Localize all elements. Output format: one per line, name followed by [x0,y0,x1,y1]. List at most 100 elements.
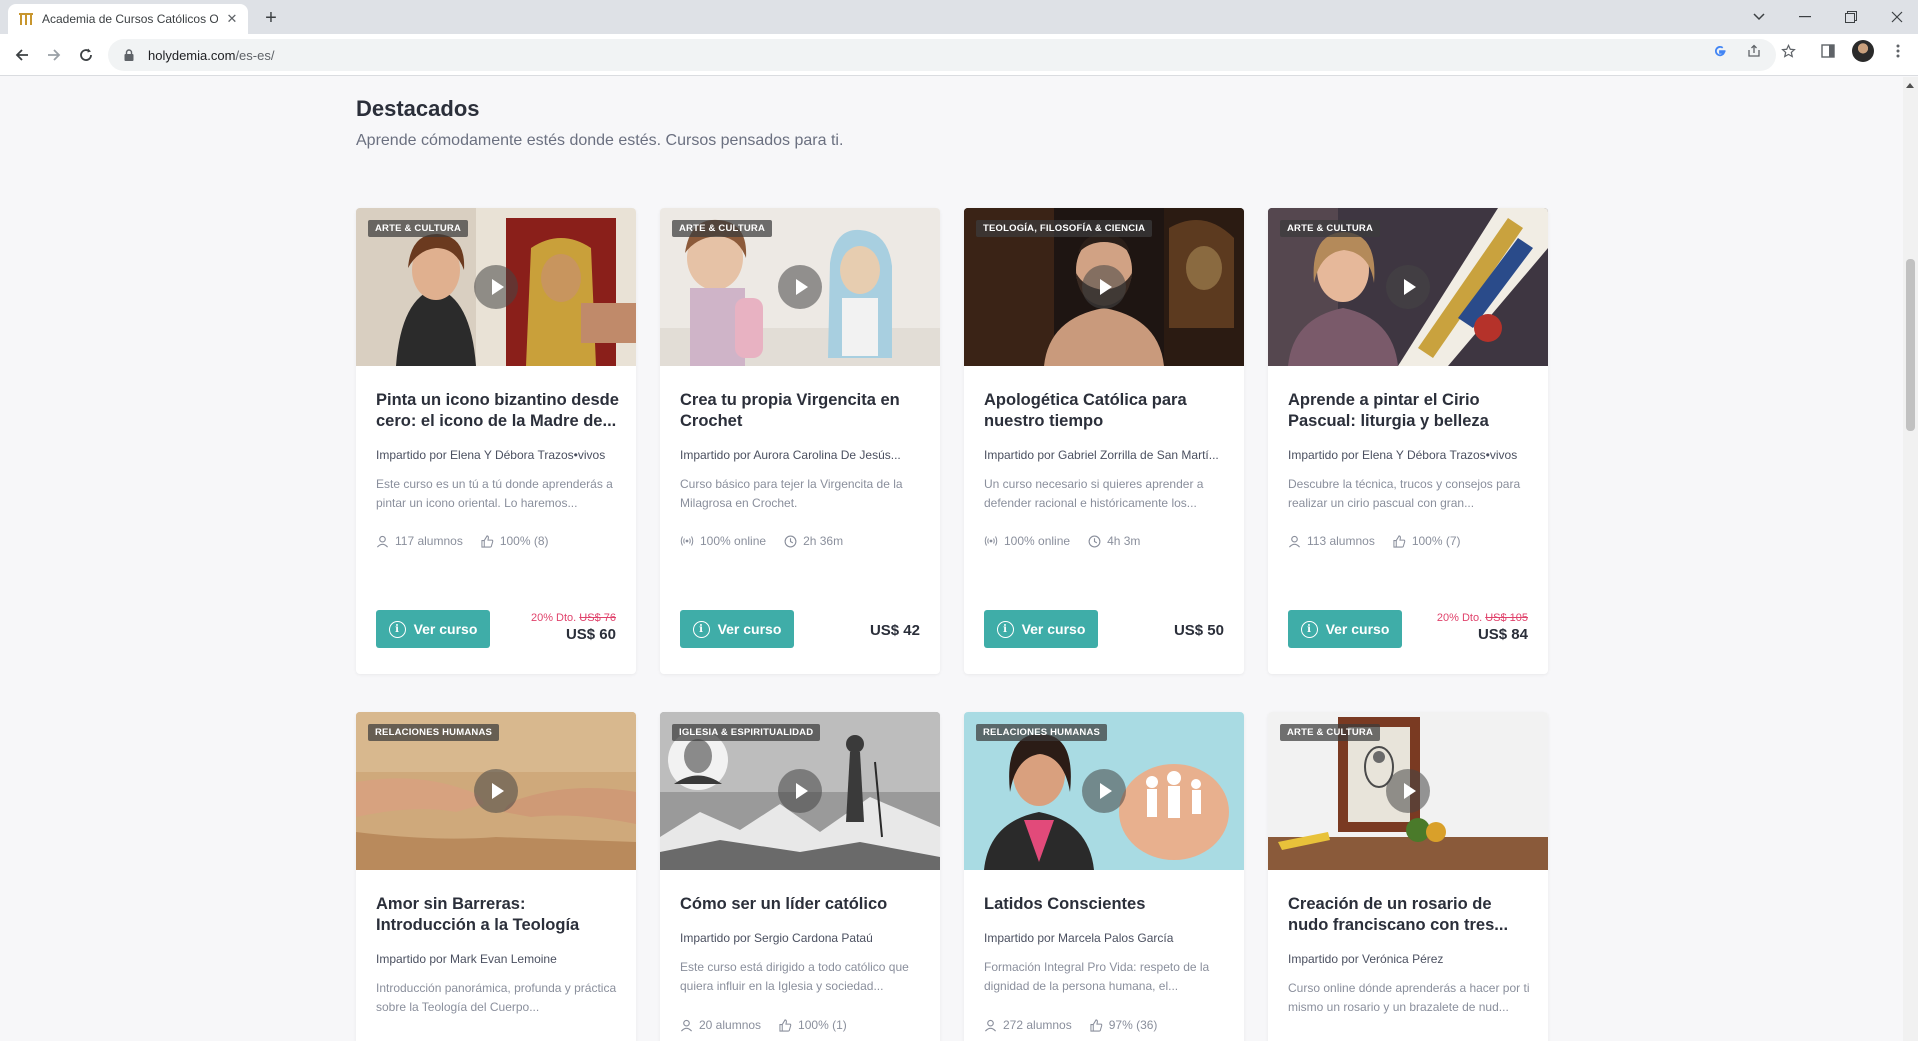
close-window-icon[interactable] [1882,4,1912,30]
scrollbar-thumb[interactable] [1906,259,1915,431]
duration-value: 2h 36m [803,534,844,548]
rating-value: 97% (36) [1108,1018,1158,1032]
play-icon[interactable] [474,265,518,309]
course-title[interactable]: Creación de un rosario de nudo francisca… [1288,894,1533,936]
google-icon[interactable] [1710,41,1730,61]
new-tab-icon[interactable]: + [260,8,282,30]
category-badge: TEOLOGÍA, FILOSOFÍA & CIENCIA [976,220,1153,237]
play-icon[interactable] [778,769,822,813]
course-thumbnail[interactable]: ARTE & CULTURA [1268,208,1548,366]
url-domain: holydemia.com [148,47,236,63]
lock-icon[interactable] [122,48,136,62]
course-author[interactable]: Impartido por Elena Y Débora Trazos•vivo… [1288,448,1533,462]
view-course-button[interactable]: i Ver curso [376,610,490,648]
course-thumbnail[interactable]: IGLESIA & ESPIRITUALIDAD [660,712,940,870]
view-course-button[interactable]: i Ver curso [1288,610,1402,648]
course-author[interactable]: Impartido por Marcela Palos García [984,931,1229,945]
course-thumbnail[interactable]: RELACIONES HUMANAS [356,712,636,870]
view-course-button[interactable]: i Ver curso [984,610,1098,648]
course-author[interactable]: Impartido por Aurora Carolina De Jesús..… [680,448,925,462]
browser-tab-bar: Academia de Cursos Católicos O ✕ + [0,0,1918,34]
view-course-label: Ver curso [413,621,478,637]
course-stats: 272 alumnos 97% (36) [984,1018,1157,1032]
course-author[interactable]: Impartido por Sergio Cardona Pataú [680,931,925,945]
course-title[interactable]: Crea tu propia Virgencita en Crochet [680,390,925,432]
category-badge: ARTE & CULTURA [672,220,773,237]
section-subtitle: Aprende cómodamente estés donde estés. C… [356,132,844,149]
course-title[interactable]: Cómo ser un líder católico [680,894,925,915]
profile-avatar[interactable] [1852,40,1874,62]
course-card[interactable]: ARTE & CULTURA Aprende a pintar el Cirio… [1268,208,1548,674]
price: US$ 50 [1173,622,1224,639]
students-count: 20 alumnos [699,1018,762,1032]
students-count: 272 alumnos [1003,1018,1072,1032]
address-bar[interactable]: holydemia.com/es-es/ [108,39,1776,71]
course-thumbnail[interactable]: ARTE & CULTURA [1268,712,1548,870]
course-card[interactable]: TEOLOGÍA, FILOSOFÍA & CIENCIA Apologétic… [964,208,1244,674]
back-arrow-icon[interactable] [10,43,34,67]
course-author[interactable]: Impartido por Elena Y Débora Trazos•vivo… [376,448,621,462]
course-title[interactable]: Apologética Católica para nuestro tiempo [984,390,1229,432]
course-thumbnail[interactable]: ARTE & CULTURA [356,208,636,366]
course-stats: 100% online 4h 3m [984,534,1140,548]
course-card[interactable]: RELACIONES HUMANAS Amor sin Barreras: In… [356,712,636,1041]
section-title: Destacados [356,96,480,121]
play-icon[interactable] [474,769,518,813]
course-author[interactable]: Impartido por Verónica Pérez [1288,952,1533,966]
rating-value: 100% (8) [499,534,549,548]
play-icon[interactable] [1082,769,1126,813]
course-author[interactable]: Impartido por Mark Evan Lemoine [376,952,621,966]
online-stat: 100% online [680,534,766,548]
page-scrollbar[interactable] [1903,77,1918,1041]
category-badge: RELACIONES HUMANAS [976,724,1108,741]
scroll-up-arrow-icon[interactable] [1906,83,1914,88]
course-card[interactable]: ARTE & CULTURA Pinta un icono bizantino … [356,208,636,674]
course-thumbnail[interactable]: RELACIONES HUMANAS [964,712,1244,870]
play-icon[interactable] [1082,265,1126,309]
reload-icon[interactable] [74,43,98,67]
share-icon[interactable] [1744,41,1764,61]
course-title[interactable]: Pinta un icono bizantino desde cero: el … [376,390,621,432]
side-panel-icon[interactable] [1818,41,1838,61]
info-icon: i [388,620,406,638]
course-title[interactable]: Latidos Conscientes [984,894,1229,915]
view-course-button[interactable]: i Ver curso [680,610,794,648]
course-card[interactable]: IGLESIA & ESPIRITUALIDAD Cómo ser un líd… [660,712,940,1041]
course-card[interactable]: ARTE & CULTURA Crea tu propia Virgencita… [660,208,940,674]
course-title[interactable]: Aprende a pintar el Cirio Pascual: litur… [1288,390,1533,432]
bookmark-star-icon[interactable] [1778,41,1798,61]
course-card[interactable]: ARTE & CULTURA Creación de un rosario de… [1268,712,1548,1041]
course-title[interactable]: Amor sin Barreras: Introducción a la Teo… [376,894,621,936]
user-icon [984,1019,997,1031]
course-author[interactable]: Impartido por Gabriel Zorrilla de San Ma… [984,448,1229,462]
restore-icon[interactable] [1836,4,1866,30]
price-block: US$ 50 [1174,620,1224,639]
thumbs-up-icon [1393,534,1406,548]
broadcast-icon [680,536,694,546]
forward-arrow-icon[interactable] [42,43,66,67]
discount-percent: 20% Dto. [530,612,577,624]
tab-search-icon[interactable] [1744,4,1774,30]
duration-stat: 2h 36m [784,534,843,548]
course-thumbnail[interactable]: ARTE & CULTURA [660,208,940,366]
tab-close-icon[interactable]: ✕ [224,11,240,27]
course-card[interactable]: RELACIONES HUMANAS Latidos Conscientes I… [964,712,1244,1041]
play-icon[interactable] [1386,265,1430,309]
course-stats: 113 alumnos 100% (7) [1288,534,1461,548]
minimize-icon[interactable] [1790,4,1820,30]
discount-label: 20% Dto. US$ 76 [531,612,616,624]
rating-stat: 100% (1) [779,1018,847,1032]
students-stat: 20 alumnos [680,1018,761,1032]
online-stat: 100% online [984,534,1070,548]
play-icon[interactable] [1386,769,1430,813]
browser-tab[interactable]: Academia de Cursos Católicos O ✕ [8,4,248,34]
course-thumbnail[interactable]: TEOLOGÍA, FILOSOFÍA & CIENCIA [964,208,1244,366]
price-block: US$ 42 [870,620,920,639]
course-description: Un curso necesario si quieres aprender a… [984,477,1204,510]
category-badge: IGLESIA & ESPIRITUALIDAD [672,724,821,741]
rating-value: 100% (1) [798,1018,847,1032]
menu-kebab-icon[interactable] [1888,41,1908,61]
online-value: 100% online [1004,534,1071,548]
play-icon[interactable] [778,265,822,309]
rating-stat: 100% (7) [1393,534,1461,548]
